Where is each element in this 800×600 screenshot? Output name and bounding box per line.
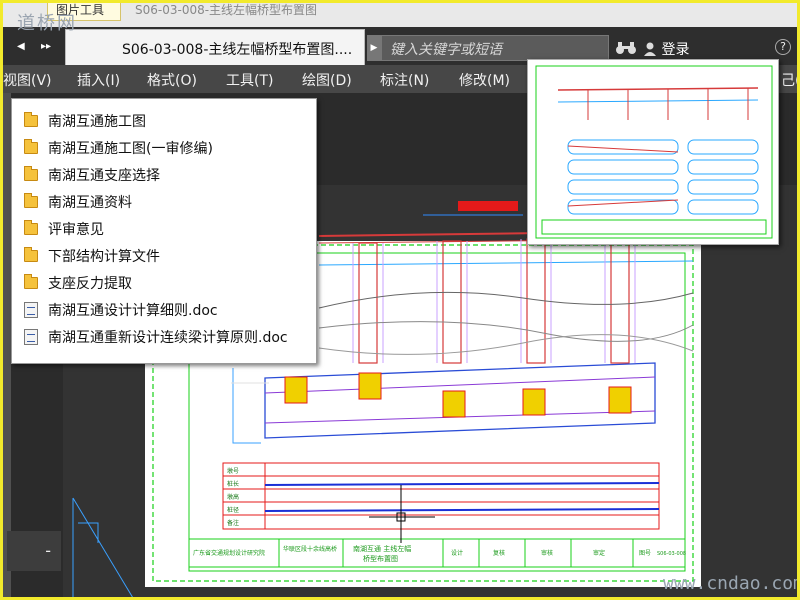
file-name: 下部结构计算文件: [48, 248, 160, 265]
menu-insert[interactable]: 插入(I): [77, 70, 120, 90]
title-block-design: 设计: [451, 549, 463, 557]
file-name: 支座反力提取: [48, 275, 132, 292]
list-item[interactable]: 南湖互通支座选择: [12, 161, 316, 188]
folder-icon: [24, 273, 38, 289]
title-block-drawing-no-label: 图号: [639, 550, 651, 557]
panel-minimize-button[interactable]: -: [7, 531, 61, 571]
folder-icon: [24, 192, 38, 208]
file-name: 南湖互通施工图(一审修编): [48, 140, 213, 157]
left-panel-edge: [3, 93, 11, 597]
word-document-icon: [24, 328, 38, 345]
file-name: 南湖互通施工图: [48, 113, 146, 130]
file-name: 评审意见: [48, 221, 104, 238]
menu-tools[interactable]: 工具(T): [226, 70, 273, 90]
recent-files-list: 南湖互通施工图 南湖互通施工图(一审修编) 南湖互通支座选择 南湖互通资料 评审…: [11, 98, 317, 364]
drawing-thumbnail-preview[interactable]: [527, 59, 779, 245]
binoculars-icon[interactable]: [615, 41, 637, 59]
help-button[interactable]: ?: [775, 39, 791, 55]
table-row-label: 桩径: [227, 506, 239, 514]
site-watermark-url: www.cndao.com: [663, 573, 800, 594]
folder-icon: [24, 138, 38, 154]
title-block-check: 复核: [493, 549, 505, 557]
list-item[interactable]: 南湖互通施工图: [12, 107, 316, 134]
table-row-label: 备注: [227, 519, 239, 527]
document-tab[interactable]: S06-03-008-主线左幅桥型布置图....: [65, 29, 365, 65]
word-document-icon: [24, 301, 38, 318]
title-block-company: 广东省交通规划设计研究院: [193, 549, 265, 557]
menu-modify[interactable]: 修改(M): [459, 70, 510, 90]
file-name: 南湖互通重新设计连续梁计算原则.doc: [48, 329, 288, 346]
drawing-title-mark: [458, 201, 518, 211]
folder-icon: [24, 219, 38, 235]
table-row-label: 墩高: [227, 493, 239, 501]
list-item[interactable]: 评审意见: [12, 215, 316, 242]
menu-more[interactable]: 己(: [781, 70, 797, 90]
thumbnail-drawing: [535, 65, 773, 239]
table-row-label: 桩长: [227, 480, 239, 488]
menu-draw[interactable]: 绘图(D): [302, 70, 352, 90]
title-block-name: 南湖互通 主线左幅: [353, 544, 411, 553]
list-item[interactable]: 支座反力提取: [12, 269, 316, 296]
app-window: 图片工具 S06-03-008-主线左幅桥型布置图 道桥网 ◀ ▸▸ S06-0…: [0, 0, 800, 600]
title-block-subname: 桥型布置图: [363, 554, 398, 563]
login-button[interactable]: 登录: [643, 39, 689, 59]
login-label: 登录: [661, 42, 690, 58]
menu-view[interactable]: 视图(V): [3, 70, 52, 90]
faded-window-title: S06-03-008-主线左幅桥型布置图: [135, 3, 318, 17]
folder-icon: [24, 111, 38, 127]
tab-scroll-left-icon[interactable]: ◀: [17, 41, 25, 52]
image-tools-strip: 图片工具 S06-03-008-主线左幅桥型布置图: [3, 3, 797, 27]
list-item[interactable]: 南湖互通资料: [12, 188, 316, 215]
folder-icon: [24, 246, 38, 262]
user-icon: [644, 42, 656, 56]
title-block-sheet-no: S06-03-008: [657, 551, 686, 557]
list-item[interactable]: 南湖互通施工图(一审修编): [12, 134, 316, 161]
site-watermark-logo: 道桥网: [17, 13, 77, 34]
table-row-label: 墩号: [227, 467, 239, 475]
folder-icon: [24, 165, 38, 181]
title-block-review: 审核: [541, 549, 553, 557]
menu-dimension[interactable]: 标注(N): [380, 70, 429, 90]
tab-list-icon[interactable]: ▸▸: [41, 41, 51, 52]
list-item[interactable]: 南湖互通设计计算细则.doc: [12, 296, 316, 323]
menu-format[interactable]: 格式(O): [147, 70, 197, 90]
file-name: 南湖互通资料: [48, 194, 132, 211]
file-name: 南湖互通支座选择: [48, 167, 160, 184]
list-item[interactable]: 南湖互通重新设计连续梁计算原则.doc: [12, 323, 316, 350]
search-expand-icon[interactable]: ▶: [367, 35, 381, 61]
list-item[interactable]: 下部结构计算文件: [12, 242, 316, 269]
title-block-project: 华联区段十余线高桥: [283, 545, 337, 553]
file-name: 南湖互通设计计算细则.doc: [48, 302, 218, 319]
title-block-approve: 审定: [593, 549, 605, 557]
search-input[interactable]: 键入关键字或短语: [381, 35, 609, 61]
